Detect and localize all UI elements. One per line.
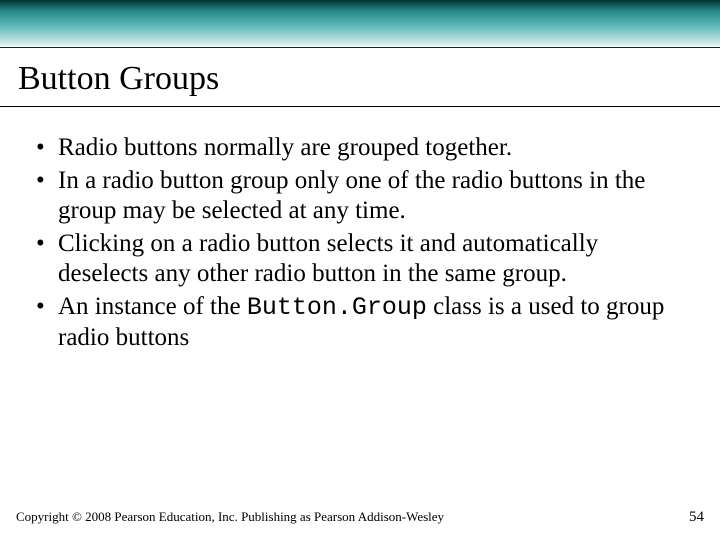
bullet-item: Radio buttons normally are grouped toget… (34, 133, 686, 164)
page-number: 54 (689, 509, 704, 526)
bullet-text: Radio buttons normally are grouped toget… (58, 134, 512, 161)
body-area: Radio buttons normally are grouped toget… (0, 107, 720, 354)
copyright-text: Copyright © 2008 Pearson Education, Inc.… (16, 509, 444, 525)
footer: Copyright © 2008 Pearson Education, Inc.… (0, 509, 720, 526)
slide-title: Button Groups (18, 60, 702, 98)
header-gradient-band (0, 0, 720, 48)
bullet-item: An instance of the Button.Group class is… (34, 292, 686, 354)
bullet-text: In a radio button group only one of the … (58, 167, 645, 225)
bullet-item: Clicking on a radio button selects it an… (34, 229, 686, 290)
bullet-text-prefix: An instance of the (58, 293, 247, 320)
title-area: Button Groups (0, 48, 720, 106)
bullet-list: Radio buttons normally are grouped toget… (34, 133, 686, 354)
bullet-item: In a radio button group only one of the … (34, 166, 686, 227)
bullet-code: Button.Group (247, 293, 427, 322)
bullet-text: Clicking on a radio button selects it an… (58, 230, 598, 288)
